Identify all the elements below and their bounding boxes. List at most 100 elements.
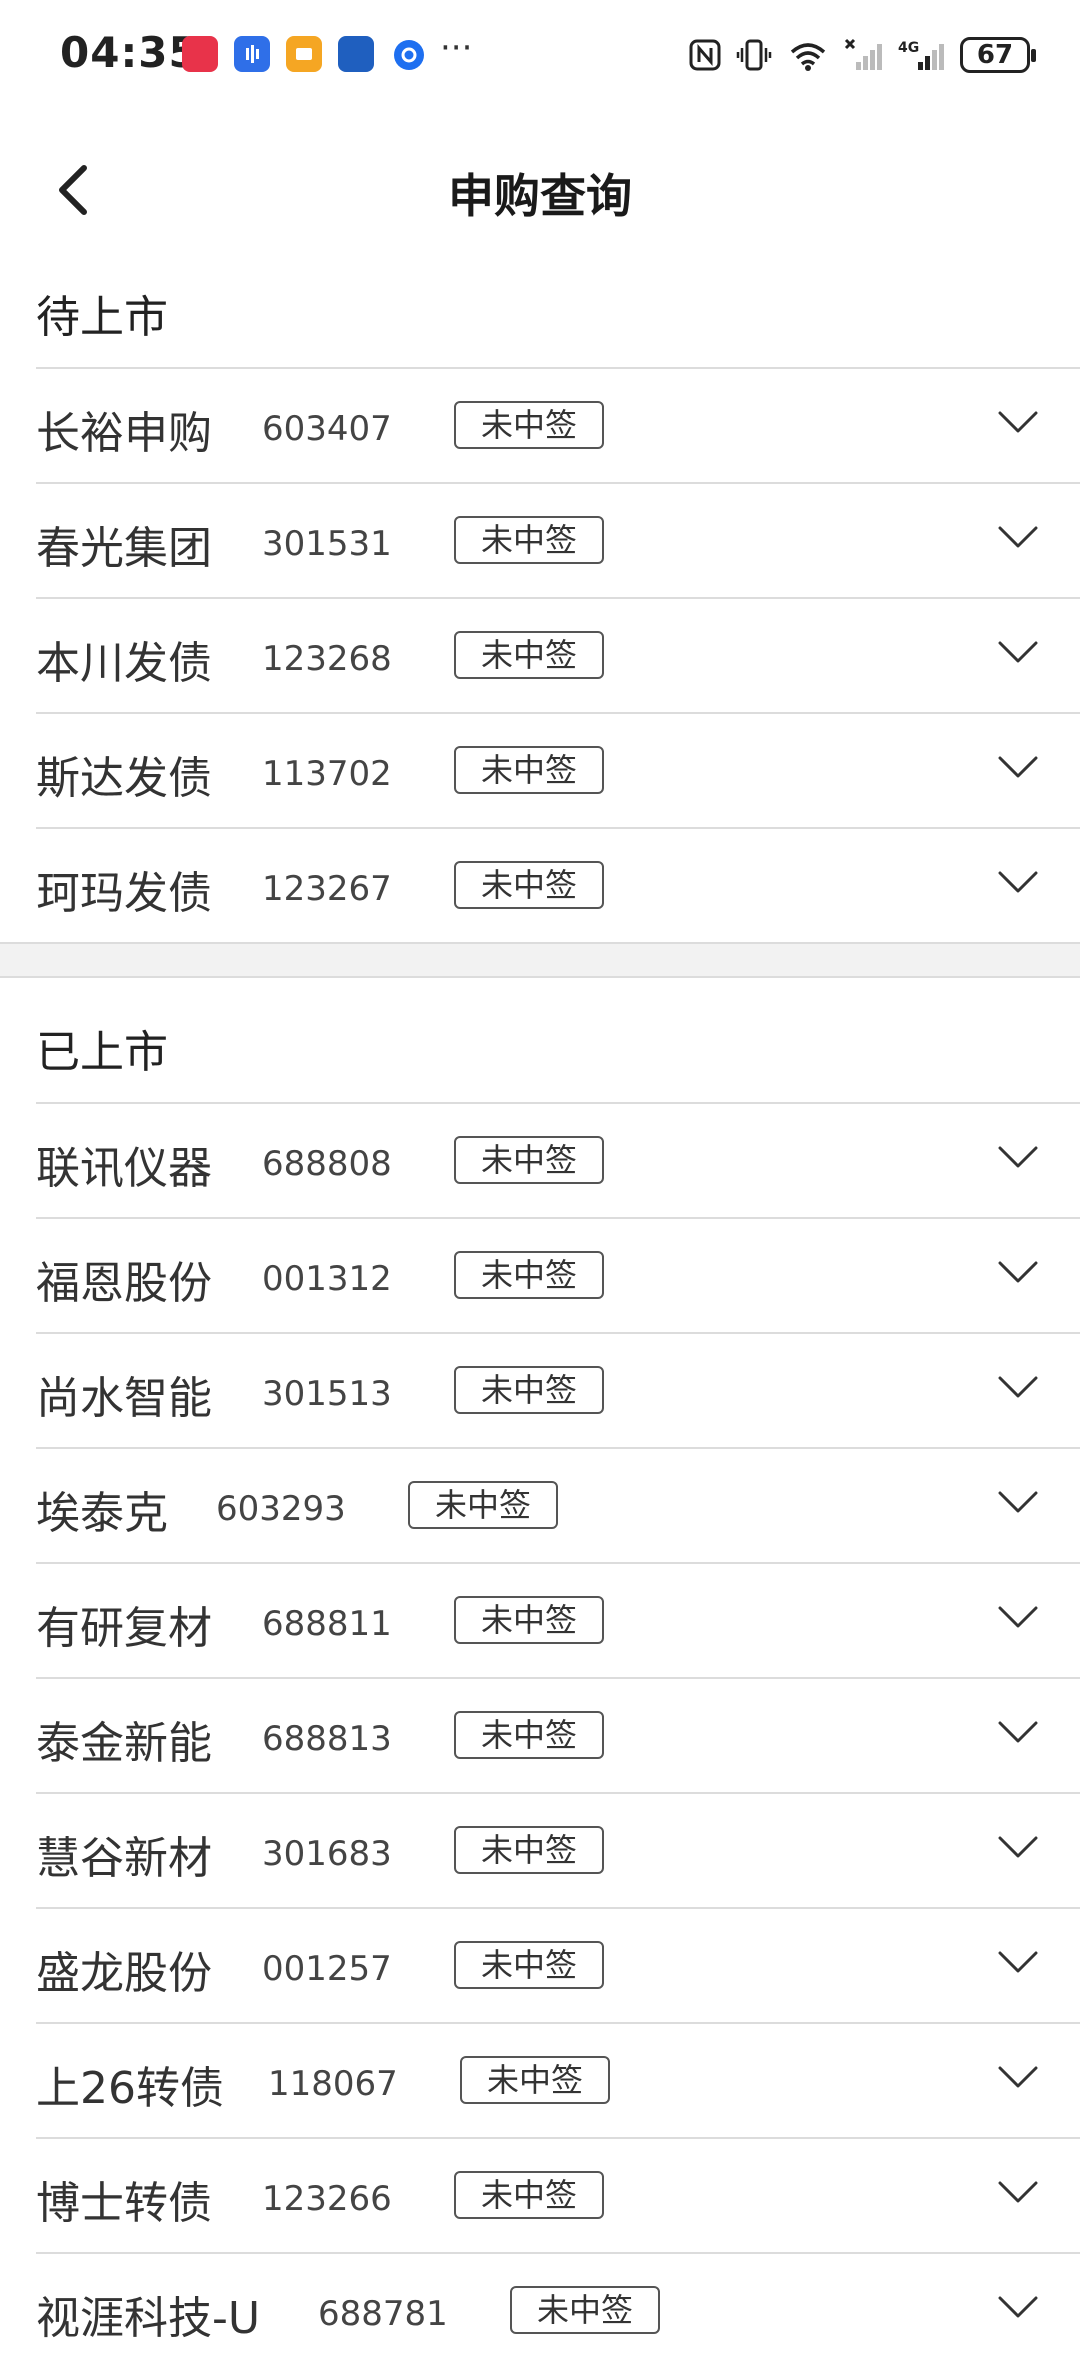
status-badge: 未中签	[454, 1941, 604, 1989]
list-item[interactable]: 春光集团 301531 未中签	[36, 482, 1080, 597]
list-item[interactable]: 埃泰克 603293 未中签	[36, 1447, 1080, 1562]
list-item[interactable]: 盛龙股份 001257 未中签	[36, 1907, 1080, 2022]
chevron-down-icon[interactable]	[996, 1947, 1040, 1977]
stock-code: 001257	[262, 1949, 392, 1989]
list-item[interactable]: 尚水智能 301513 未中签	[36, 1332, 1080, 1447]
stock-code: 123267	[262, 869, 392, 909]
stock-name: 视涯科技-U	[36, 2293, 261, 2344]
status-badge: 未中签	[454, 401, 604, 449]
list-item[interactable]: 联讯仪器 688808 未中签	[36, 1102, 1080, 1217]
header: 申购查询	[0, 130, 1080, 250]
status-badge: 未中签	[454, 1251, 604, 1299]
wifi-icon	[790, 43, 826, 71]
status-badge: 未中签	[454, 1366, 604, 1414]
stock-code: 603407	[262, 409, 392, 449]
status-badge: 未中签	[454, 1596, 604, 1644]
stock-name: 泰金新能	[36, 1718, 212, 1769]
list-item[interactable]: 福恩股份 001312 未中签	[36, 1217, 1080, 1332]
chevron-down-icon[interactable]	[996, 1142, 1040, 1172]
chevron-down-icon[interactable]	[996, 407, 1040, 437]
chevron-down-icon[interactable]	[996, 1257, 1040, 1287]
chevron-down-icon[interactable]	[996, 2062, 1040, 2092]
list-item[interactable]: 珂玛发债 123267 未中签	[36, 827, 1080, 942]
status-badge: 未中签	[460, 2056, 610, 2104]
stock-code: 688781	[318, 2294, 448, 2334]
car-app-icon	[338, 36, 374, 72]
stock-name: 尚水智能	[36, 1373, 212, 1424]
status-badge: 未中签	[408, 1481, 558, 1529]
stock-code: 301531	[262, 524, 392, 564]
chevron-down-icon[interactable]	[996, 637, 1040, 667]
stock-name: 上26转债	[36, 2063, 224, 2114]
stock-name: 珂玛发债	[36, 868, 212, 919]
signal-sim1-icon	[844, 38, 882, 70]
list-item[interactable]: 博士转债 123266 未中签	[36, 2137, 1080, 2252]
chevron-down-icon[interactable]	[996, 2177, 1040, 2207]
stock-code: 113702	[262, 754, 392, 794]
chevron-down-icon[interactable]	[996, 752, 1040, 782]
status-bar: 04:35 ··· 4G 67	[0, 0, 1080, 110]
stock-name: 有研复材	[36, 1603, 212, 1654]
stock-code: 603293	[216, 1489, 346, 1529]
status-badge: 未中签	[454, 1826, 604, 1874]
stock-code: 688813	[262, 1719, 392, 1759]
stock-code: 123266	[262, 2179, 392, 2219]
status-badge: 未中签	[454, 631, 604, 679]
stock-code: 301513	[262, 1374, 392, 1414]
status-badge: 未中签	[454, 1711, 604, 1759]
pending-list: 长裕申购 603407 未中签 春光集团 301531 未中签 本川发债 123268 未中签斯…	[36, 367, 1080, 942]
vibrate-icon	[736, 39, 772, 71]
list-item[interactable]: 有研复材 688811 未中签	[36, 1562, 1080, 1677]
list-item[interactable]: 泰金新能 688813 未中签	[36, 1677, 1080, 1792]
status-badge: 未中签	[510, 2286, 660, 2334]
list-item[interactable]: 长裕申购 603407 未中签	[36, 367, 1080, 482]
stock-name: 本川发债	[36, 638, 212, 689]
chevron-down-icon[interactable]	[996, 867, 1040, 897]
stock-name: 斯达发债	[36, 753, 212, 804]
chevron-down-icon[interactable]	[996, 1487, 1040, 1517]
chevron-down-icon[interactable]	[996, 2292, 1040, 2322]
stock-name: 长裕申购	[36, 408, 212, 459]
voice-app-icon	[234, 36, 270, 72]
stock-code: 301683	[262, 1834, 392, 1874]
list-item[interactable]: 斯达发债 113702 未中签	[36, 712, 1080, 827]
stock-name: 博士转债	[36, 2178, 212, 2229]
stock-code: 688808	[262, 1144, 392, 1184]
stock-code: 688811	[262, 1604, 392, 1644]
battery-icon: 67	[960, 37, 1036, 73]
chevron-down-icon[interactable]	[996, 1717, 1040, 1747]
stock-name: 联讯仪器	[36, 1143, 212, 1194]
stock-name: 埃泰克	[36, 1488, 168, 1539]
wallet-app-icon	[286, 36, 322, 72]
status-badge: 未中签	[454, 2171, 604, 2219]
pay-app-icon	[394, 40, 424, 70]
section-divider	[0, 942, 1080, 978]
chevron-down-icon[interactable]	[996, 1602, 1040, 1632]
section-title-pending: 待上市	[36, 292, 168, 343]
stock-name: 福恩股份	[36, 1258, 212, 1309]
more-notifications-icon: ···	[440, 28, 473, 68]
stock-code: 001312	[262, 1259, 392, 1299]
status-badge: 未中签	[454, 746, 604, 794]
page-title: 申购查询	[448, 169, 632, 223]
nfc-icon	[689, 39, 721, 71]
stock-code: 118067	[268, 2064, 398, 2104]
list-item[interactable]: 视涯科技-U 688781 未中签	[36, 2252, 1080, 2367]
stock-code: 123268	[262, 639, 392, 679]
list-item[interactable]: 本川发债 123268 未中签	[36, 597, 1080, 712]
svg-text:4G: 4G	[898, 40, 919, 56]
signal-sim2-icon: 4G	[898, 40, 944, 70]
app-notification-icon	[182, 36, 218, 72]
listed-list: 联讯仪器 688808 未中签 福恩股份 001312 未中签 尚水智能 301513 未中签埃…	[36, 1102, 1080, 2367]
status-time: 04:35	[60, 28, 199, 77]
chevron-down-icon[interactable]	[996, 1832, 1040, 1862]
list-item[interactable]: 慧谷新材 301683 未中签	[36, 1792, 1080, 1907]
status-badge: 未中签	[454, 516, 604, 564]
status-icons: 4G 67	[688, 30, 1036, 80]
stock-name: 春光集团	[36, 523, 212, 574]
list-item[interactable]: 上26转债 118067 未中签	[36, 2022, 1080, 2137]
chevron-down-icon[interactable]	[996, 522, 1040, 552]
status-badge: 未中签	[454, 1136, 604, 1184]
section-title-listed: 已上市	[36, 1027, 168, 1078]
chevron-down-icon[interactable]	[996, 1372, 1040, 1402]
